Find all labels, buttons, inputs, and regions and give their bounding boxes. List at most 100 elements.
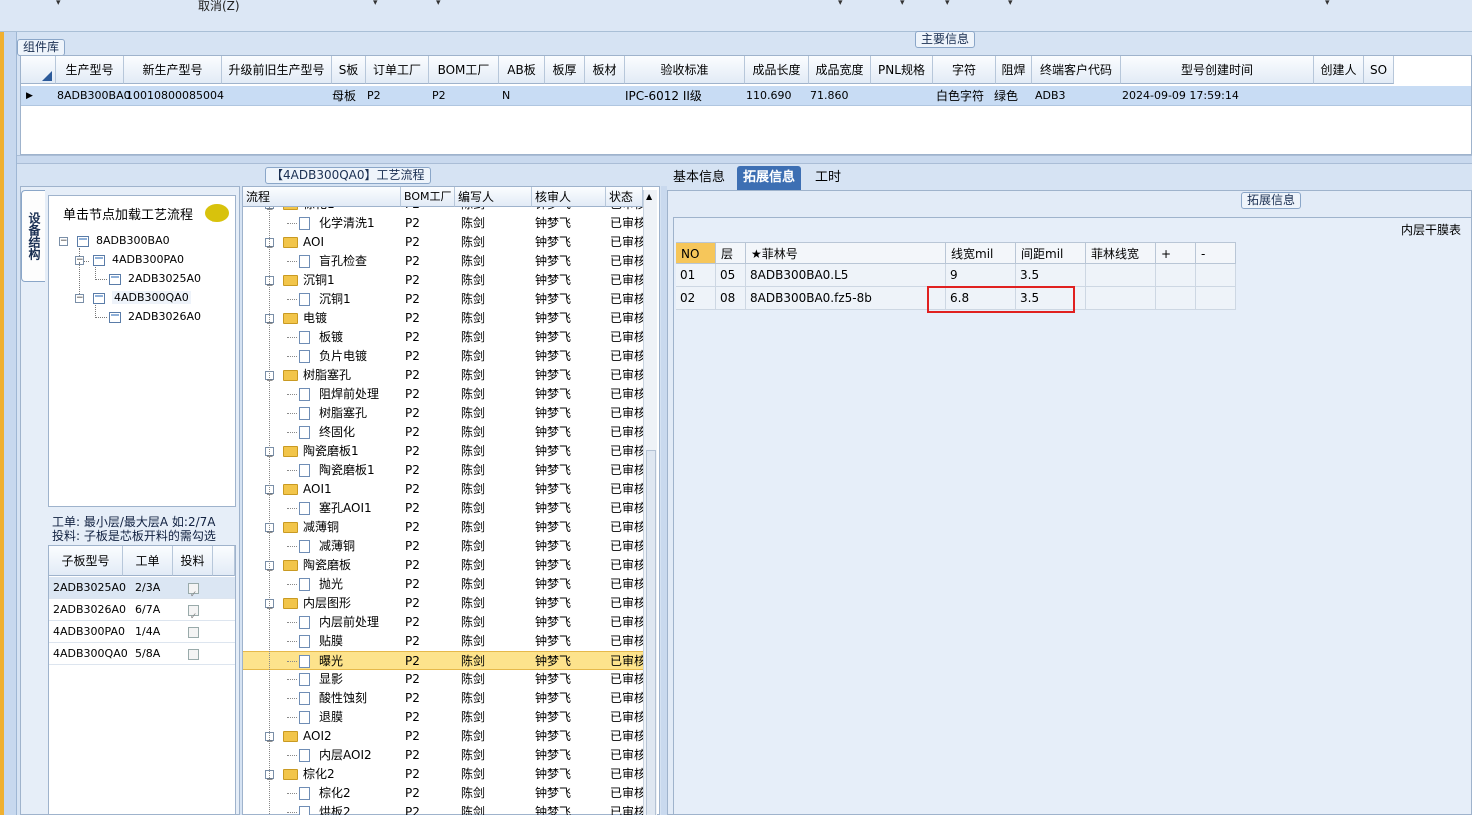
col-header[interactable]: 核审人 xyxy=(532,187,606,207)
process-row[interactable]: 显影 P2 陈剑 钟梦飞 已审核 xyxy=(243,670,643,689)
col-header[interactable]: 间距mil xyxy=(1016,242,1086,264)
process-row[interactable]: 终固化 P2 陈剑 钟梦飞 已审核 xyxy=(243,423,643,442)
cell[interactable] xyxy=(1156,287,1196,310)
feed-checkbox[interactable] xyxy=(188,649,199,660)
col-header[interactable]: 菲林线宽 xyxy=(1086,242,1156,264)
cell[interactable]: 9 xyxy=(946,264,1016,287)
process-row[interactable]: 板镀 P2 陈剑 钟梦飞 已审核 xyxy=(243,328,643,347)
horizontal-splitter[interactable] xyxy=(17,155,1472,164)
tree-node[interactable]: 2ADB3025A0 xyxy=(128,272,201,285)
col-header[interactable]: 流程 xyxy=(243,187,401,207)
process-row[interactable]: − 内层图形 P2 陈剑 钟梦飞 已审核 xyxy=(243,594,643,614)
dropdown-arrow-icon[interactable]: ▾ xyxy=(838,0,843,8)
table-row[interactable]: ▶ 8ADB300BA0 10010800085004 母板 P2 P2 N I… xyxy=(21,86,1471,106)
dropdown-arrow-icon[interactable]: ▾ xyxy=(900,0,905,8)
process-row[interactable]: 沉铜1 P2 陈剑 钟梦飞 已审核 xyxy=(243,290,643,309)
process-row[interactable]: 棕化2 P2 陈剑 钟梦飞 已审核 xyxy=(243,784,643,803)
col-header[interactable]: 型号创建时间 xyxy=(1121,56,1314,84)
col-header[interactable]: 订单工厂 xyxy=(366,56,429,84)
col-header[interactable]: 成品长度 xyxy=(745,56,809,84)
col-header[interactable]: SO xyxy=(1364,56,1394,84)
process-row[interactable]: − 陶瓷磨板1 P2 陈剑 钟梦飞 已审核 xyxy=(243,442,643,462)
col-header[interactable]: BOM工厂 xyxy=(429,56,499,84)
col-header[interactable]: 子板型号 xyxy=(49,546,123,576)
process-row[interactable]: 陶瓷磨板1 P2 陈剑 钟梦飞 已审核 xyxy=(243,461,643,480)
col-header[interactable]: 升级前旧生产型号 xyxy=(222,56,332,84)
col-header[interactable]: PNL规格 xyxy=(871,56,933,84)
col-header[interactable]: 层 xyxy=(716,242,746,264)
tab-work-hours[interactable]: 工时 xyxy=(809,166,847,190)
dropdown-arrow-icon[interactable]: ▾ xyxy=(945,0,950,8)
device-structure-tab[interactable]: 设备结构 xyxy=(21,190,45,282)
process-row[interactable]: 退膜 P2 陈剑 钟梦飞 已审核 xyxy=(243,708,643,727)
process-row[interactable]: 抛光 P2 陈剑 钟梦飞 已审核 xyxy=(243,575,643,594)
cell[interactable] xyxy=(1086,287,1156,310)
table-row[interactable]: 4ADB300PA0 1/4A xyxy=(49,621,235,643)
process-row[interactable]: − 树脂塞孔 P2 陈剑 钟梦飞 已审核 xyxy=(243,366,643,386)
collapse-icon[interactable]: − xyxy=(75,294,84,303)
process-row[interactable]: 贴膜 P2 陈剑 钟梦飞 已审核 xyxy=(243,632,643,651)
process-row[interactable]: 减薄铜 P2 陈剑 钟梦飞 已审核 xyxy=(243,537,643,556)
col-header[interactable]: 投料 xyxy=(173,546,213,576)
col-header[interactable]: 验收标准 xyxy=(625,56,745,84)
col-header[interactable]: 生产型号 xyxy=(56,56,124,84)
dropdown-arrow-icon[interactable]: ▾ xyxy=(436,0,441,8)
process-row[interactable]: 阻焊前处理 P2 陈剑 钟梦飞 已审核 xyxy=(243,385,643,404)
process-row[interactable]: 内层AOI2 P2 陈剑 钟梦飞 已审核 xyxy=(243,746,643,765)
col-header[interactable]: 阻焊 xyxy=(996,56,1032,84)
tab-basic-info[interactable]: 基本信息 xyxy=(667,166,731,190)
process-row[interactable]: 酸性蚀刻 P2 陈剑 钟梦飞 已审核 xyxy=(243,689,643,708)
process-row[interactable]: − AOI P2 陈剑 钟梦飞 已审核 xyxy=(243,233,643,253)
feed-checkbox[interactable]: ✓ xyxy=(188,583,199,600)
process-row[interactable]: − 电镀 P2 陈剑 钟梦飞 已审核 xyxy=(243,309,643,329)
dropdown-arrow-icon[interactable]: ▾ xyxy=(373,0,378,8)
col-header[interactable]: S板 xyxy=(332,56,366,84)
process-row[interactable]: − 沉铜1 P2 陈剑 钟梦飞 已审核 xyxy=(243,271,643,291)
process-row[interactable]: − 棕化2 P2 陈剑 钟梦飞 已审核 xyxy=(243,765,643,785)
cell[interactable]: 02 xyxy=(676,287,716,310)
process-row[interactable]: − 减薄铜 P2 陈剑 钟梦飞 已审核 xyxy=(243,518,643,538)
tab-extended-info[interactable]: 拓展信息 xyxy=(737,166,802,190)
process-row[interactable]: 内层前处理 P2 陈剑 钟梦飞 已审核 xyxy=(243,613,643,632)
process-row[interactable]: 曝光 P2 陈剑 钟梦飞 已审核 xyxy=(243,651,643,670)
cell[interactable]: 8ADB300BA0.L5 xyxy=(746,264,946,287)
col-header[interactable]: 板厚 xyxy=(545,56,585,84)
table-row[interactable]: 2ADB3025A0 2/3A ✓ xyxy=(49,577,235,600)
col-header[interactable]: 成品宽度 xyxy=(809,56,871,84)
cancel-button[interactable]: 取消(Z) xyxy=(198,0,240,14)
cell[interactable] xyxy=(1196,287,1236,310)
cell[interactable]: 01 xyxy=(676,264,716,287)
col-header[interactable]: AB板 xyxy=(499,56,545,84)
process-row[interactable]: − AOI2 P2 陈剑 钟梦飞 已审核 xyxy=(243,727,643,747)
cell[interactable] xyxy=(1196,264,1236,287)
dropdown-arrow-icon[interactable]: ▾ xyxy=(56,0,61,8)
col-header[interactable]: 状态 xyxy=(606,187,643,207)
col-header[interactable]: 板材 xyxy=(585,56,625,84)
col-header[interactable]: 编写人 xyxy=(455,187,532,207)
table-row[interactable]: 2ADB3026A0 6/7A ✓ xyxy=(49,599,235,622)
process-scrollbar[interactable]: ▲ xyxy=(643,190,657,815)
cell[interactable]: 05 xyxy=(716,264,746,287)
tree-node[interactable]: 4ADB300QA0 xyxy=(112,291,191,304)
col-header[interactable]: ★菲林号 xyxy=(746,242,946,264)
process-row[interactable]: 塞孔AOI1 P2 陈剑 钟梦飞 已审核 xyxy=(243,499,643,518)
tree-node[interactable]: 8ADB300BA0 xyxy=(96,234,170,247)
process-row[interactable]: 化学清洗1 P2 陈剑 钟梦飞 已审核 xyxy=(243,214,643,233)
cell[interactable] xyxy=(1156,264,1196,287)
collapse-icon[interactable]: − xyxy=(59,237,68,246)
table-row[interactable]: 4ADB300QA0 5/8A xyxy=(49,643,235,665)
col-header[interactable]: 新生产型号 xyxy=(124,56,222,84)
col-header[interactable]: 字符 xyxy=(933,56,996,84)
process-row[interactable]: − AOI1 P2 陈剑 钟梦飞 已审核 xyxy=(243,480,643,500)
col-header[interactable]: 创建人 xyxy=(1314,56,1364,84)
cell[interactable]: 3.5 xyxy=(1016,264,1086,287)
col-header[interactable]: BOM工厂 xyxy=(401,187,455,207)
process-row[interactable]: 烘板2 P2 陈剑 钟梦飞 已审核 xyxy=(243,803,643,815)
col-header[interactable]: NO xyxy=(676,242,716,264)
grid-corner-selector[interactable] xyxy=(21,56,56,84)
scroll-thumb[interactable] xyxy=(646,450,656,815)
cell[interactable]: 08 xyxy=(716,287,746,310)
process-row[interactable]: −棕化1P2陈剑钟梦飞已审核 xyxy=(243,207,643,215)
tree-node[interactable]: 2ADB3026A0 xyxy=(128,310,201,323)
feed-checkbox[interactable] xyxy=(188,627,199,638)
